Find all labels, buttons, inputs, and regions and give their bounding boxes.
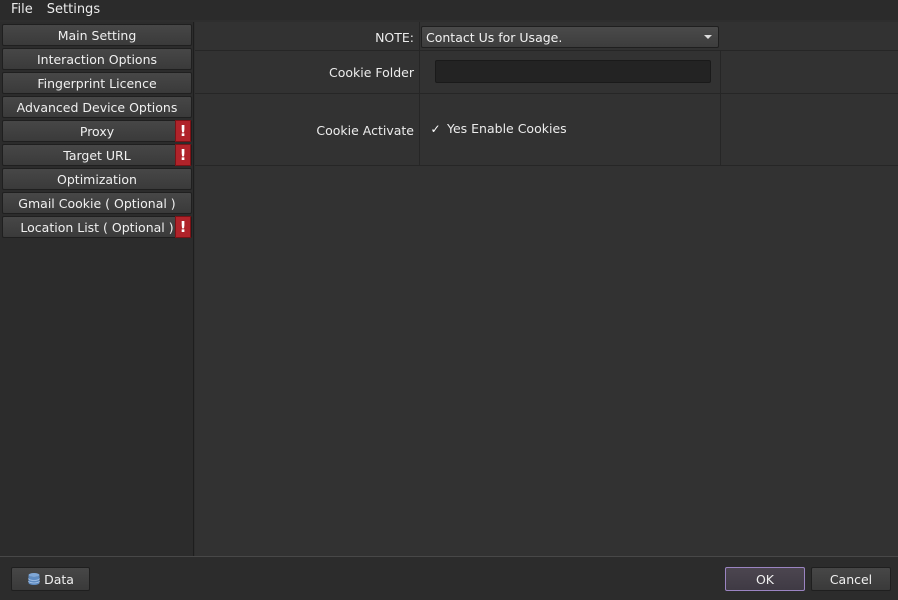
warning-icon: !: [175, 216, 191, 238]
cookie-folder-field[interactable]: [435, 60, 711, 83]
sidebar-item-label: Fingerprint Licence: [37, 75, 157, 91]
sidebar: Main Setting Interaction Options Fingerp…: [0, 22, 194, 556]
ok-button-label: OK: [755, 571, 775, 587]
cookie-activate-row: Cookie Activate ✓ Yes Enable Cookies: [195, 94, 898, 166]
ok-button[interactable]: OK: [725, 567, 805, 591]
warning-icon: !: [175, 120, 191, 142]
sidebar-item-label: Main Setting: [57, 27, 137, 43]
cookie-folder-label: Cookie Folder: [328, 65, 414, 80]
cookie-enable-checkbox[interactable]: ✓: [429, 122, 442, 136]
sidebar-item-label: Gmail Cookie ( Optional ): [18, 195, 176, 211]
sidebar-item-label: Proxy: [79, 123, 115, 139]
data-button-label: Data: [44, 571, 74, 587]
sidebar-item-proxy[interactable]: Proxy !: [2, 120, 192, 142]
cookie-activate-label: Cookie Activate: [316, 123, 414, 138]
menu-file[interactable]: File: [4, 1, 40, 19]
column-divider: [419, 51, 420, 93]
chevron-down-icon: [704, 35, 712, 39]
column-divider: [419, 94, 420, 165]
database-icon: [28, 573, 40, 585]
sidebar-item-main-setting[interactable]: Main Setting: [2, 24, 192, 46]
sidebar-item-fingerprint-licence[interactable]: Fingerprint Licence: [2, 72, 192, 94]
note-dropdown[interactable]: Contact Us for Usage.: [421, 26, 719, 48]
sidebar-item-location-list[interactable]: Location List ( Optional ) !: [2, 216, 192, 238]
sidebar-item-label: Advanced Device Options: [16, 99, 178, 115]
sidebar-item-optimization[interactable]: Optimization: [2, 168, 192, 190]
cancel-button-label: Cancel: [829, 571, 873, 587]
sidebar-item-label: Interaction Options: [36, 51, 158, 67]
note-label: NOTE:: [375, 30, 414, 45]
column-divider: [720, 51, 721, 93]
sidebar-item-label: Target URL: [63, 147, 131, 163]
cookie-enable-label[interactable]: Yes Enable Cookies: [447, 121, 567, 136]
sidebar-item-advanced-device-options[interactable]: Advanced Device Options: [2, 96, 192, 118]
sidebar-item-label: Location List ( Optional ): [20, 219, 174, 235]
cancel-button[interactable]: Cancel: [811, 567, 891, 591]
cookie-folder-row: Cookie Folder: [195, 51, 898, 94]
data-button[interactable]: Data: [11, 567, 90, 591]
note-row: NOTE: Contact Us for Usage.: [195, 22, 898, 51]
bottom-bar: Data OK Cancel: [0, 556, 898, 600]
column-divider: [720, 94, 721, 165]
menu-settings[interactable]: Settings: [40, 1, 107, 19]
menu-bar: File Settings: [0, 0, 898, 20]
warning-icon: !: [175, 144, 191, 166]
column-divider: [419, 22, 420, 50]
note-dropdown-value: Contact Us for Usage.: [426, 29, 563, 45]
sidebar-item-gmail-cookie[interactable]: Gmail Cookie ( Optional ): [2, 192, 192, 214]
sidebar-item-interaction-options[interactable]: Interaction Options: [2, 48, 192, 70]
settings-panel: NOTE: Contact Us for Usage. Cookie Folde…: [195, 22, 898, 556]
sidebar-item-label: Optimization: [57, 171, 137, 187]
sidebar-item-target-url[interactable]: Target URL !: [2, 144, 192, 166]
